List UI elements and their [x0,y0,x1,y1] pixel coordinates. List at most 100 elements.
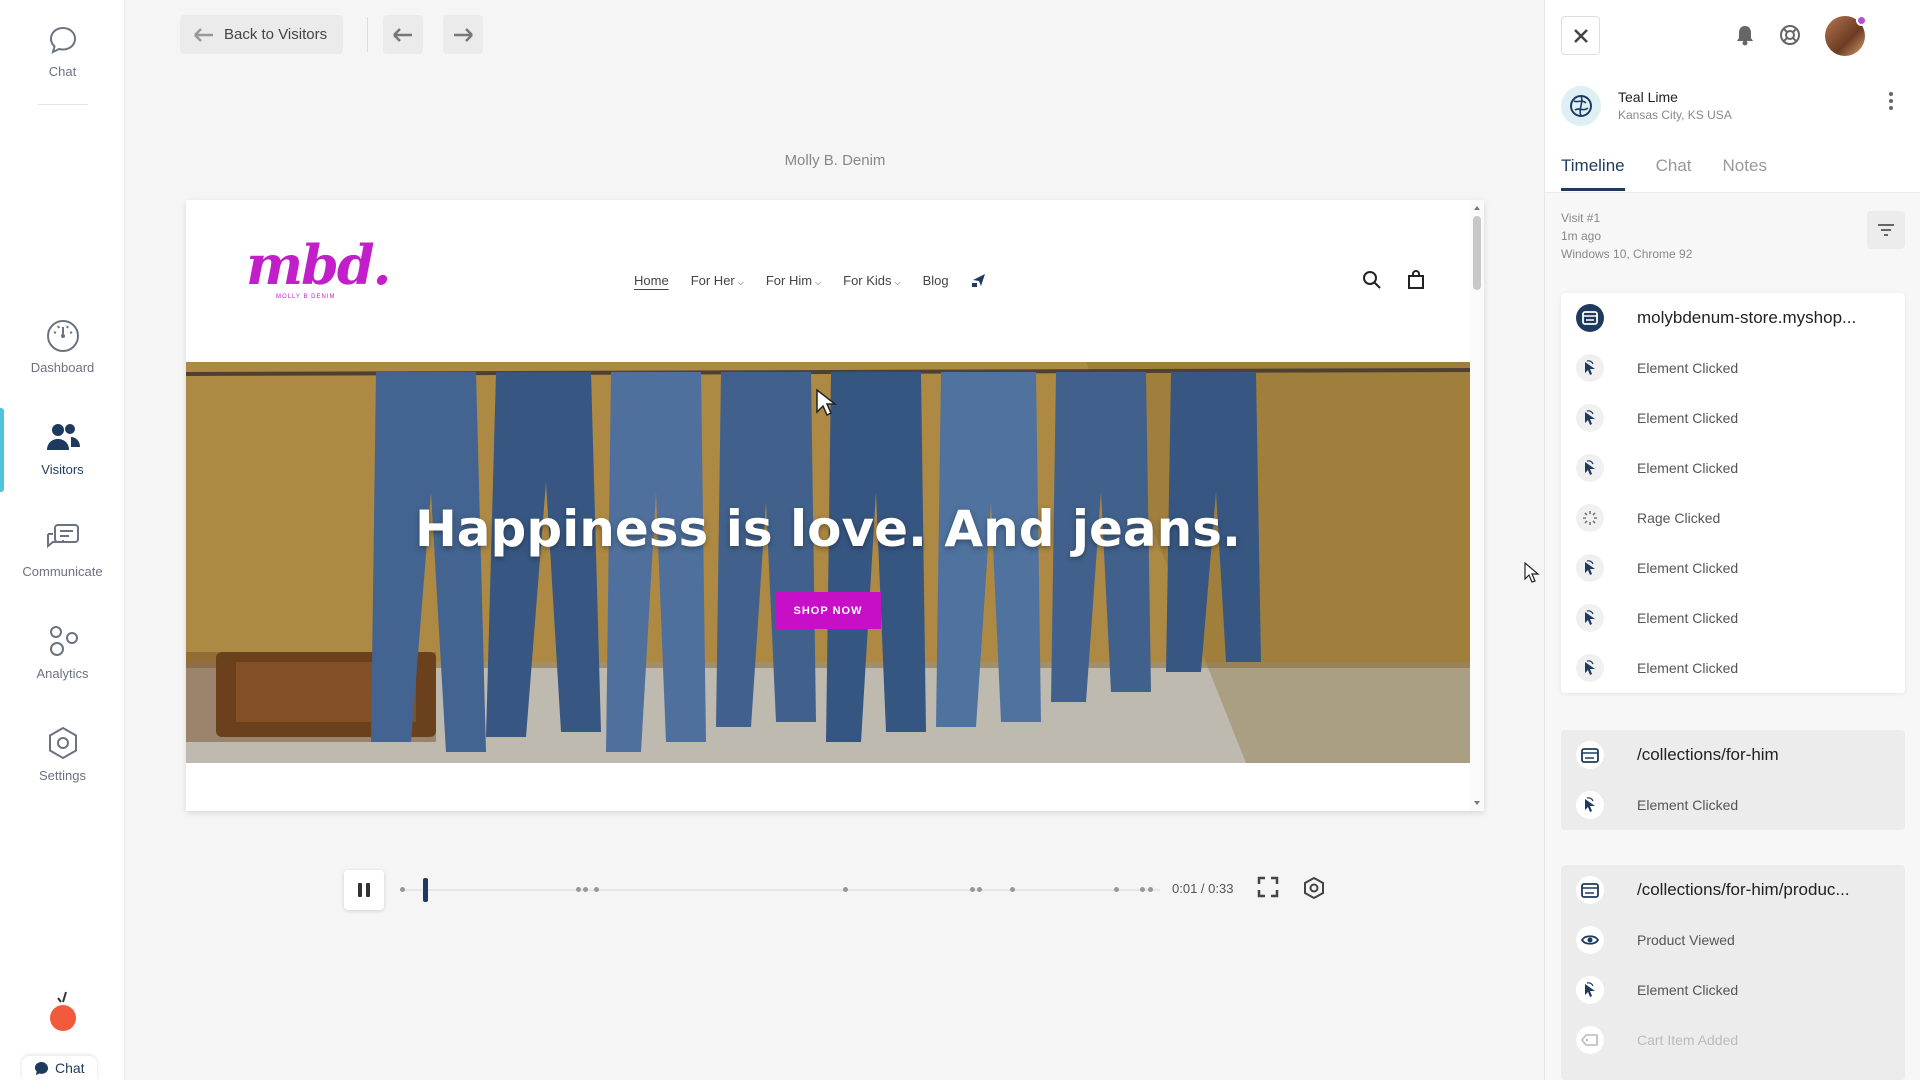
chevron-down-icon: ⌵ [737,277,744,287]
scroll-thumb[interactable] [1473,216,1481,290]
sidebar-item-dashboard[interactable]: Dashboard [0,318,125,375]
pause-button[interactable] [344,870,384,910]
timeline-event-label: Element Clicked [1637,410,1739,426]
playback-timeline[interactable] [400,878,1160,902]
timeline-event-label: Element Clicked [1637,560,1739,576]
timeline-event-label: Element Clicked [1637,982,1739,998]
site-logo[interactable]: mbd. MOLLY B DENIM [246,238,391,300]
event-marker[interactable] [1140,887,1145,892]
timeline-event[interactable]: Element Clicked [1561,643,1905,693]
timeline-event[interactable]: Element Clicked [1561,443,1905,493]
event-marker[interactable] [970,887,975,892]
session-replay-frame: mbd. MOLLY B DENIM Home For Her ⌵ For Him… [186,200,1484,811]
site-nav-blog[interactable]: Blog [923,273,949,288]
hero-banner: Happiness is love. And jeans. SHOP NOW [186,362,1470,763]
site-nav-for-him[interactable]: For Him ⌵ [766,273,821,288]
event-marker[interactable] [977,887,982,892]
event-marker[interactable] [594,887,599,892]
help-lifebuoy-icon[interactable] [1779,24,1801,46]
timeline-event[interactable]: Element Clicked [1561,593,1905,643]
close-panel-button[interactable] [1561,16,1600,55]
playback-settings-icon[interactable] [1302,876,1326,900]
cart-tag-icon [1576,1026,1604,1054]
visit-number: Visit #1 [1561,211,1601,225]
chat-launcher[interactable]: Chat [22,1056,97,1080]
event-marker[interactable] [1148,887,1153,892]
scroll-up-icon[interactable] [1474,206,1480,210]
event-marker[interactable] [583,887,588,892]
playhead[interactable] [423,878,428,902]
eye-icon [1576,926,1604,954]
site-nav-home[interactable]: Home [634,273,669,288]
event-marker[interactable] [400,887,405,892]
site-nav-for-her[interactable]: For Her ⌵ [691,273,744,288]
globe-icon [1570,95,1592,117]
sidebar-item-communicate[interactable]: Communicate [0,522,125,579]
back-button-label: Back to Visitors [224,26,328,43]
arrow-left-icon [194,27,213,42]
arrow-left-icon [393,27,412,42]
bell-icon[interactable] [1735,24,1755,46]
sidebar-item-chat[interactable]: Chat [0,24,125,79]
rage-click-icon [1576,504,1604,532]
chevron-down-icon: ⌵ [815,277,822,287]
site-nav-for-kids[interactable]: For Kids ⌵ [843,273,900,288]
tab-notes[interactable]: Notes [1723,156,1767,191]
timeline-event[interactable]: Element Clicked [1561,543,1905,593]
timeline-event[interactable]: Element Clicked [1561,393,1905,443]
sidebar-item-visitors[interactable]: Visitors [0,420,125,477]
timeline-event[interactable]: Element Clicked [1561,343,1905,393]
timeline-page-group: /collections/for-him/produc... Product V… [1561,865,1905,1080]
timeline-event[interactable]: Element Clicked [1561,965,1905,1015]
replay-cursor-icon [816,388,837,417]
browser-page-icon [1576,741,1604,769]
visitor-name: Teal Lime [1618,89,1678,105]
messages-icon [46,524,79,549]
event-marker[interactable] [576,887,581,892]
timeline-event[interactable]: Element Clicked [1561,780,1905,830]
user-avatar[interactable] [1825,15,1867,56]
sidebar-divider [38,104,88,105]
back-to-visitors-button[interactable]: Back to Visitors [180,15,344,54]
previous-button[interactable] [383,15,423,54]
timeline-event[interactable]: Product Viewed [1561,915,1905,965]
more-options-icon[interactable] [1889,92,1893,110]
timeline-event[interactable]: Cart Item Added [1561,1015,1905,1065]
pause-icon [366,883,370,897]
shop-now-button[interactable]: SHOP NOW [775,592,881,629]
click-pointer-icon [1576,554,1604,582]
tab-timeline[interactable]: Timeline [1561,156,1625,191]
event-marker[interactable] [1114,887,1119,892]
timeline-event[interactable]: Rage Clicked [1561,493,1905,543]
event-marker[interactable] [843,887,848,892]
notification-dot [1856,15,1867,26]
sidebar-item-settings[interactable]: Settings [0,726,125,783]
visit-device: Windows 10, Chrome 92 [1561,247,1693,261]
timeline-event-label: Cart Item Added [1637,1032,1739,1048]
timeline-event-label: Product Viewed [1637,932,1735,948]
timeline-page-row[interactable]: /collections/for-him [1561,730,1905,780]
tab-chat[interactable]: Chat [1656,156,1692,191]
site-header-icons [1362,270,1426,290]
chat-launcher-label: Chat [55,1060,85,1076]
timeline-page-row[interactable]: /collections/for-him/produc... [1561,865,1905,915]
timeline-page-row[interactable]: molybdenum-store.myshop... [1561,293,1905,343]
mouse-pointer-icon [1524,562,1540,583]
filter-button[interactable] [1867,211,1905,249]
next-button[interactable] [443,15,483,54]
plane-icon[interactable] [971,272,987,288]
timeline-page-group: /collections/for-him Element Clicked [1561,730,1905,830]
timeline-body: Visit #1 1m ago Windows 10, Chrome 92 mo… [1545,193,1920,1080]
browser-page-icon [1576,304,1604,332]
replay-scrollbar[interactable] [1470,200,1484,811]
event-marker[interactable] [1010,887,1015,892]
visitor-card: Teal Lime Kansas City, KS USA [1545,78,1920,134]
click-pointer-icon [1576,654,1604,682]
search-icon[interactable] [1362,270,1382,290]
fullscreen-icon[interactable] [1257,876,1279,898]
sidebar-item-analytics[interactable]: Analytics [0,624,125,681]
scroll-down-icon[interactable] [1474,801,1480,805]
analytics-icon [49,626,78,656]
chat-icon [49,26,76,54]
shopping-bag-icon[interactable] [1406,270,1426,290]
